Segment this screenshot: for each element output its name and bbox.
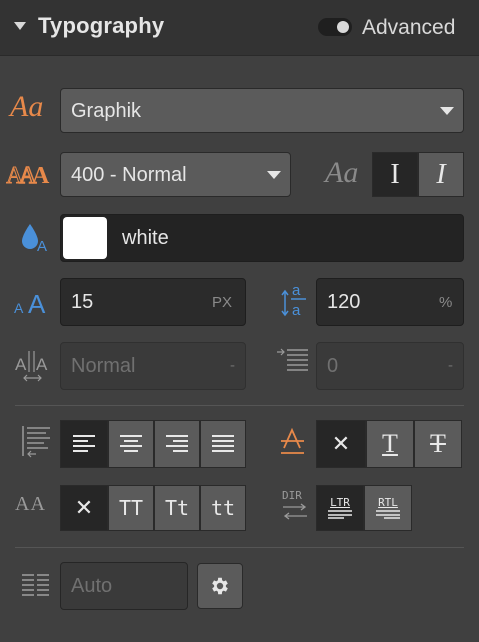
align-center-button[interactable] bbox=[108, 420, 154, 468]
align-left-icon bbox=[73, 435, 95, 452]
line-height-unit[interactable]: % bbox=[439, 294, 452, 311]
normal-style-glyph: I bbox=[390, 158, 400, 190]
direction-arrows-icon bbox=[283, 503, 307, 520]
italic-style-glyph: I bbox=[436, 158, 446, 190]
font-style-normal-button[interactable]: I bbox=[372, 152, 418, 197]
text-decoration-icon bbox=[281, 428, 304, 454]
typography-header: Typography Advanced bbox=[0, 0, 479, 56]
svg-text:a: a bbox=[292, 302, 301, 319]
text-color-input[interactable]: white bbox=[60, 214, 464, 262]
direction-ltr-button[interactable]: LTR bbox=[316, 485, 364, 531]
font-size-icon: A A bbox=[14, 289, 46, 316]
direction-rtl-button[interactable]: RTL bbox=[364, 485, 412, 531]
color-name: white bbox=[122, 227, 169, 249]
font-size-unit[interactable]: PX bbox=[212, 294, 232, 311]
text-indent-icon bbox=[277, 348, 308, 371]
divider bbox=[15, 547, 464, 548]
svg-text:A: A bbox=[15, 355, 27, 374]
font-weight-value: 400 - Normal bbox=[71, 164, 187, 186]
align-right-icon bbox=[166, 435, 188, 452]
font-family-select[interactable]: Graphik bbox=[60, 88, 464, 133]
decoration-strikethrough-button[interactable]: T bbox=[414, 420, 462, 468]
letter-spacing-unit: - bbox=[230, 357, 235, 374]
letter-spacing-input[interactable]: Normal - bbox=[60, 342, 246, 390]
chevron-down-icon bbox=[440, 107, 454, 115]
font-weight-select[interactable]: 400 - Normal bbox=[60, 152, 291, 197]
decoration-none-glyph: ✕ bbox=[331, 431, 351, 457]
svg-text:a: a bbox=[292, 282, 301, 299]
decoration-underline-button[interactable]: T bbox=[366, 420, 414, 468]
align-center-icon bbox=[120, 435, 142, 452]
align-left-button[interactable] bbox=[60, 420, 108, 468]
collapse-caret-icon[interactable] bbox=[14, 22, 26, 30]
capitalize-label: AA bbox=[15, 493, 46, 515]
capitalize-upper-button[interactable]: TT bbox=[108, 485, 154, 531]
font-size-value: 15 bbox=[71, 291, 94, 313]
rtl-glyph: RTL bbox=[378, 496, 398, 509]
capitalize-title-button[interactable]: Tt bbox=[154, 485, 200, 531]
text-color-icon: A bbox=[22, 224, 47, 254]
text-columns-icon bbox=[22, 574, 49, 596]
advanced-label: Advanced bbox=[362, 16, 456, 39]
letter-spacing-icon: A A bbox=[15, 351, 48, 382]
toggle-knob bbox=[337, 21, 349, 33]
columns-settings-button[interactable] bbox=[197, 563, 243, 609]
columns-input[interactable]: Auto bbox=[60, 562, 188, 610]
line-height-value: 120 bbox=[327, 291, 361, 313]
direction-label: DIR bbox=[282, 489, 302, 502]
divider bbox=[15, 405, 464, 406]
capitalize-none-glyph: ✕ bbox=[74, 495, 94, 521]
text-align-icon bbox=[22, 426, 50, 458]
capitalize-upper-glyph: TT bbox=[118, 496, 144, 520]
gear-icon bbox=[212, 577, 228, 595]
text-indent-placeholder: 0 bbox=[327, 355, 339, 377]
rtl-lines-icon bbox=[376, 510, 400, 519]
columns-placeholder: Auto bbox=[71, 575, 113, 597]
text-indent-input[interactable]: 0 - bbox=[316, 342, 464, 390]
svg-text:A: A bbox=[32, 163, 50, 188]
align-justify-button[interactable] bbox=[200, 420, 246, 468]
decoration-none-button[interactable]: ✕ bbox=[316, 420, 366, 468]
line-height-input[interactable]: 120 % bbox=[316, 278, 464, 326]
svg-text:A: A bbox=[28, 289, 46, 316]
align-justify-icon bbox=[212, 435, 234, 452]
font-weight-icon: A A A bbox=[6, 162, 50, 188]
font-style-italic-button[interactable]: I bbox=[418, 152, 464, 197]
font-family-icon: Aa bbox=[10, 90, 44, 123]
ltr-lines-icon bbox=[328, 510, 352, 519]
color-swatch[interactable] bbox=[63, 217, 107, 259]
capitalize-none-button[interactable]: ✕ bbox=[60, 485, 108, 531]
underline-glyph: T bbox=[382, 429, 398, 458]
capitalize-title-glyph: Tt bbox=[164, 496, 190, 520]
strikethrough-glyph: T bbox=[430, 429, 446, 458]
capitalize-lower-button[interactable]: tt bbox=[200, 485, 246, 531]
line-height-icon: a a bbox=[281, 282, 306, 319]
text-indent-unit: - bbox=[448, 357, 453, 374]
svg-text:A: A bbox=[37, 238, 47, 254]
ltr-glyph: LTR bbox=[330, 496, 350, 509]
capitalize-lower-glyph: tt bbox=[210, 496, 236, 520]
letter-spacing-placeholder: Normal bbox=[71, 355, 136, 377]
font-style-preview: Aa bbox=[325, 156, 359, 189]
chevron-down-icon bbox=[267, 171, 281, 179]
align-right-button[interactable] bbox=[154, 420, 200, 468]
section-title: Typography bbox=[38, 13, 165, 38]
advanced-toggle[interactable] bbox=[318, 18, 352, 36]
svg-text:A: A bbox=[14, 300, 24, 316]
font-family-value: Graphik bbox=[71, 100, 142, 122]
svg-text:A: A bbox=[36, 355, 48, 374]
font-size-input[interactable]: 15 PX bbox=[60, 278, 246, 326]
